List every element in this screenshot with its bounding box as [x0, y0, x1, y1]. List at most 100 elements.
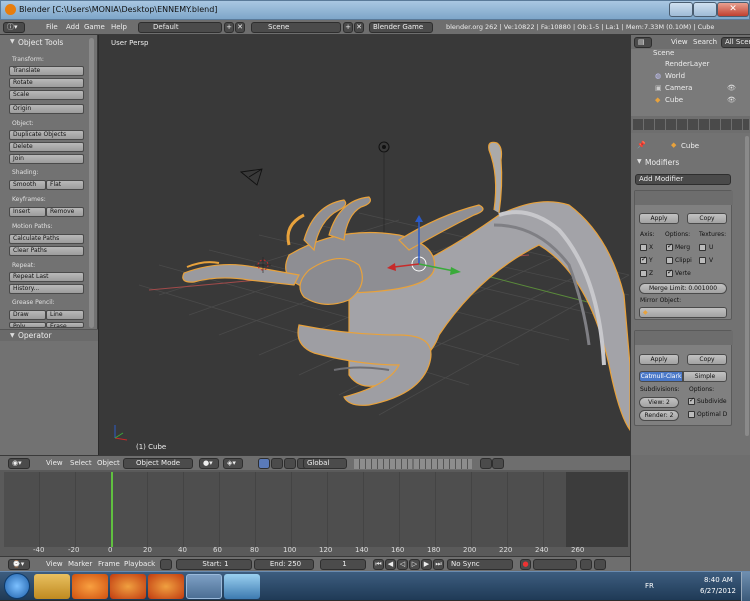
show-desktop-button[interactable]: [741, 572, 750, 601]
prev-keyframe-button[interactable]: ◀: [385, 559, 396, 570]
catmull-clark-tab[interactable]: Catmull-Clark: [639, 371, 683, 382]
timeline-grid[interactable]: [4, 472, 628, 547]
origin-button[interactable]: Origin: [9, 104, 84, 114]
repeat-last-button[interactable]: Repeat Last: [9, 272, 84, 282]
menu-frame[interactable]: Frame: [98, 560, 120, 568]
menu-add[interactable]: Add: [66, 23, 80, 31]
sync-select[interactable]: No Sync: [447, 559, 513, 570]
insert-keyframe-button[interactable]: Insert: [9, 207, 46, 217]
properties-scrollbar[interactable]: [745, 136, 749, 436]
layer-buttons[interactable]: [354, 459, 412, 469]
subsurf-copy-button[interactable]: Copy: [687, 354, 727, 365]
optimal-display-checkbox[interactable]: [688, 411, 695, 418]
join-button[interactable]: Join: [9, 154, 84, 164]
add-scene-button[interactable]: +: [343, 22, 353, 33]
axis-x-checkbox[interactable]: [640, 244, 647, 251]
outliner-item-scene[interactable]: Scene: [653, 49, 674, 57]
display-mode-select[interactable]: All Scen: [721, 37, 750, 48]
jump-start-button[interactable]: ⏮: [373, 559, 384, 570]
merge-limit-field[interactable]: Merge Limit: 0.001000: [639, 283, 727, 294]
menu-playback[interactable]: Playback: [124, 560, 155, 568]
mirror-object-field[interactable]: ◆: [639, 307, 727, 318]
outliner-item-world[interactable]: World: [665, 72, 685, 80]
mirror-apply-button[interactable]: Apply: [639, 213, 679, 224]
simple-tab[interactable]: Simple: [683, 371, 727, 382]
close-button[interactable]: ✕: [717, 2, 749, 17]
explorer-icon[interactable]: [34, 574, 70, 599]
current-frame-marker[interactable]: [111, 472, 113, 547]
delete-button[interactable]: Delete: [9, 142, 84, 152]
3d-viewport[interactable]: User Persp (1) Cube: [99, 35, 630, 455]
end-frame-field[interactable]: End: 250: [254, 559, 314, 570]
shelf-scrollbar[interactable]: [89, 38, 94, 328]
merge-checkbox[interactable]: [666, 242, 673, 251]
media-player-icon[interactable]: [72, 574, 108, 599]
line-button[interactable]: Line: [46, 310, 84, 320]
axis-y-checkbox[interactable]: [640, 255, 647, 264]
layer-buttons-2[interactable]: [414, 459, 472, 469]
play-reverse-button[interactable]: ◁: [397, 559, 408, 570]
clipping-checkbox[interactable]: [666, 257, 673, 264]
firefox-icon[interactable]: [110, 574, 146, 599]
render-engine-select[interactable]: Blender Game: [369, 22, 433, 33]
viewport-scene[interactable]: [99, 35, 630, 455]
editor-type-icon[interactable]: ⓘ▾: [3, 22, 25, 33]
remove-keyframe-button[interactable]: Remove: [46, 207, 84, 217]
camera-object[interactable]: [239, 168, 263, 186]
mirror-copy-button[interactable]: Copy: [687, 213, 727, 224]
add-screen-button[interactable]: +: [224, 22, 234, 33]
collapse-triangle-icon[interactable]: ▼: [10, 38, 15, 45]
outliner-item-renderlayer[interactable]: RenderLayer: [665, 60, 709, 68]
manipulator-toggle[interactable]: [258, 458, 270, 469]
remove-screen-button[interactable]: ✕: [235, 22, 245, 33]
subdivide-uvs-checkbox[interactable]: [688, 396, 695, 405]
add-modifier-select[interactable]: Add Modifier: [635, 174, 731, 185]
collapse-triangle-icon[interactable]: ▼: [637, 158, 642, 165]
pivot-select[interactable]: ◈▾: [223, 458, 243, 469]
jump-end-button[interactable]: ⏭: [433, 559, 444, 570]
play-button[interactable]: ▷: [409, 559, 420, 570]
poly-button[interactable]: Poly: [9, 322, 46, 328]
keying-set-field[interactable]: [533, 559, 577, 570]
texture-u-checkbox[interactable]: [699, 244, 706, 251]
blender-taskbar-icon[interactable]: [186, 574, 222, 599]
vertex-groups-checkbox[interactable]: [666, 268, 673, 277]
mirror-modifier-header[interactable]: [635, 191, 733, 205]
screen-layout-select[interactable]: Default: [138, 22, 222, 33]
clock-time[interactable]: 8:40 AM: [704, 576, 733, 584]
subsurf-modifier-header[interactable]: [635, 331, 733, 345]
erase-button[interactable]: Erase: [46, 322, 84, 328]
firefox-icon-2[interactable]: [148, 574, 184, 599]
history-button[interactable]: History...: [9, 284, 84, 294]
translate-manip-icon[interactable]: [271, 458, 283, 469]
editor-type-icon[interactable]: ⌚▾: [8, 559, 30, 570]
current-frame-field[interactable]: 1: [320, 559, 366, 570]
flat-button[interactable]: Flat: [46, 180, 84, 190]
record-button[interactable]: ●: [520, 559, 531, 570]
delete-key-icon[interactable]: [594, 559, 606, 570]
duplicate-objects-button[interactable]: Duplicate Objects: [9, 130, 84, 140]
visibility-eye-icon[interactable]: 👁: [727, 96, 736, 104]
draw-button[interactable]: Draw: [9, 310, 46, 320]
shading-select[interactable]: ●▾: [199, 458, 219, 469]
translate-button[interactable]: Translate: [9, 66, 84, 76]
maximize-button[interactable]: [693, 2, 717, 17]
clear-paths-button[interactable]: Clear Paths: [9, 246, 84, 256]
menu-help[interactable]: Help: [111, 23, 127, 31]
insert-key-icon[interactable]: [580, 559, 592, 570]
mode-select[interactable]: Object Mode: [123, 458, 193, 469]
language-indicator[interactable]: FR: [645, 582, 654, 590]
menu-marker[interactable]: Marker: [68, 560, 92, 568]
scale-button[interactable]: Scale: [9, 90, 84, 100]
cube-mesh[interactable]: [182, 141, 630, 432]
visibility-eye-icon[interactable]: 👁: [727, 84, 736, 92]
menu-file[interactable]: File: [46, 23, 58, 31]
preview-range-toggle[interactable]: [160, 559, 172, 570]
menu-search[interactable]: Search: [693, 38, 717, 46]
next-keyframe-button[interactable]: ▶: [421, 559, 432, 570]
editor-type-icon[interactable]: ▤: [634, 37, 652, 48]
axis-z-checkbox[interactable]: [640, 270, 647, 277]
object-tools-header[interactable]: Object Tools: [18, 38, 63, 47]
scene-select[interactable]: Scene: [251, 22, 341, 33]
start-frame-field[interactable]: Start: 1: [176, 559, 252, 570]
